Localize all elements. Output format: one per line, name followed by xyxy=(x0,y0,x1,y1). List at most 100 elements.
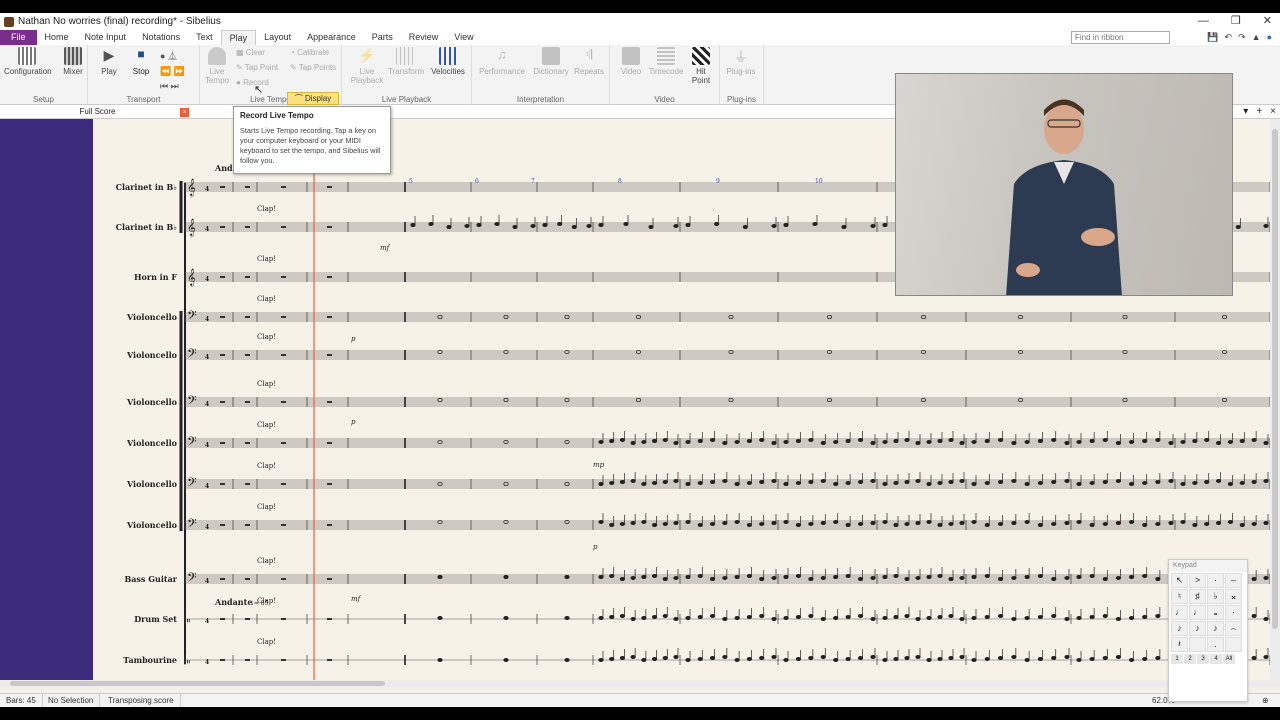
record-icon[interactable]: ● xyxy=(160,51,165,61)
tab-review[interactable]: Review xyxy=(401,30,447,45)
configuration-button[interactable]: Configuration xyxy=(4,47,52,76)
vertical-scrollbar[interactable] xyxy=(1270,119,1280,687)
record-live-tempo-button[interactable]: ● Record xyxy=(236,78,269,87)
timecode-button[interactable]: Timecode xyxy=(646,47,686,76)
rest xyxy=(245,401,250,403)
tab-file[interactable]: File xyxy=(0,30,37,45)
dictionary-button[interactable]: Dictionary xyxy=(530,47,572,76)
keypad-key[interactable]: 𝄽 xyxy=(1171,637,1188,652)
maximize-button[interactable]: ❐ xyxy=(1231,13,1241,30)
note xyxy=(870,575,876,580)
zoom-in-icon[interactable]: ⊕ xyxy=(1262,694,1269,707)
close-button[interactable]: ✕ xyxy=(1263,13,1272,30)
keypad-key[interactable]: ♩ xyxy=(1189,605,1206,620)
play-button[interactable]: ▶ Play xyxy=(92,47,126,76)
rest xyxy=(281,659,286,661)
keypad-key[interactable]: 𝅝 xyxy=(1207,605,1224,620)
note xyxy=(598,519,604,524)
chevron-up-icon[interactable]: ▲ xyxy=(1252,30,1261,45)
display-button[interactable]: ⌒ Display xyxy=(287,92,339,105)
keypad-key[interactable]: > xyxy=(1189,573,1206,588)
horizontal-scrollbar[interactable] xyxy=(0,680,1270,687)
keypad-key[interactable] xyxy=(1189,637,1206,652)
mixer-button[interactable]: Mixer xyxy=(56,47,90,76)
keypad-key[interactable]: ↖ xyxy=(1171,573,1188,588)
rest xyxy=(281,618,286,620)
note xyxy=(1064,655,1070,660)
keypad-key[interactable]: ♯ xyxy=(1189,589,1206,604)
keypad-key[interactable]: ♪ xyxy=(1207,621,1224,636)
tab-parts[interactable]: Parts xyxy=(364,30,401,45)
chevron-down-icon[interactable]: ▾ xyxy=(1243,105,1248,119)
hit-point-button[interactable]: Hit Point xyxy=(684,47,718,85)
tab-notations[interactable]: Notations xyxy=(134,30,188,45)
keypad-key[interactable]: · xyxy=(1225,605,1242,620)
tab-note-input[interactable]: Note Input xyxy=(77,30,135,45)
keypad-key[interactable]: 𝄪 xyxy=(1225,589,1242,604)
keypad-key[interactable]: ♭ xyxy=(1207,589,1224,604)
repeats-button[interactable]: 𝄇 Repeats xyxy=(572,47,606,76)
keypad-key[interactable]: ⌢ xyxy=(1225,621,1242,636)
keypad-key[interactable]: . xyxy=(1207,637,1224,652)
note xyxy=(1235,225,1241,230)
note xyxy=(648,225,654,230)
repeats-icon: 𝄇 xyxy=(585,47,593,62)
tab-view[interactable]: View xyxy=(446,30,481,45)
go-to-start-icon[interactable]: ⏮ xyxy=(160,81,168,91)
note xyxy=(651,573,658,578)
keypad-layout-tab[interactable]: 4 xyxy=(1210,654,1222,664)
keypad-key[interactable]: ♮ xyxy=(1171,589,1188,604)
find-in-ribbon-input[interactable] xyxy=(1071,31,1170,44)
note xyxy=(984,438,990,443)
dynamic-marking: mf xyxy=(380,244,391,252)
tab-home[interactable]: Home xyxy=(37,30,77,45)
note xyxy=(1037,480,1044,485)
calibrate-button[interactable]: ◔ Calibrate xyxy=(290,48,329,57)
undo-icon[interactable]: ↶ xyxy=(1225,30,1233,45)
help-icon[interactable]: ● xyxy=(1267,30,1272,45)
keypad-layout-tab[interactable]: 1 xyxy=(1171,654,1183,664)
metronome-icon[interactable]: ⏅ xyxy=(168,51,177,61)
keypad-key[interactable]: ♪ xyxy=(1171,621,1188,636)
keypad-key[interactable] xyxy=(1225,637,1242,652)
tab-appearance[interactable]: Appearance xyxy=(299,30,364,45)
live-playback-button[interactable]: ⚡ Live Playback xyxy=(350,47,384,85)
keypad-layout-tab[interactable]: 3 xyxy=(1197,654,1209,664)
live-tempo-button[interactable]: Live Tempo xyxy=(200,47,234,85)
close-tab-icon[interactable]: × xyxy=(180,108,189,117)
keypad-key[interactable]: ♩ xyxy=(1171,605,1188,620)
note xyxy=(662,613,668,618)
minimize-button[interactable]: — xyxy=(1198,13,1209,30)
close-icon[interactable]: × xyxy=(1270,105,1276,119)
note xyxy=(833,519,839,524)
rewind-icon[interactable]: ⏪ xyxy=(160,66,171,76)
transform-button[interactable]: Transform xyxy=(388,47,424,76)
redo-icon[interactable]: ↷ xyxy=(1238,30,1246,45)
full-score-tab[interactable]: Full Score xyxy=(0,105,195,119)
keypad-key[interactable]: – xyxy=(1225,573,1242,588)
transposing-toggle[interactable]: Transposing score xyxy=(102,694,181,707)
rest xyxy=(220,276,225,278)
stop-button[interactable]: ■ Stop xyxy=(124,47,158,76)
go-to-end-icon[interactable]: ⏭ xyxy=(171,81,179,91)
tab-text[interactable]: Text xyxy=(188,30,221,45)
tab-play[interactable]: Play xyxy=(220,30,257,45)
save-icon[interactable]: 💾 xyxy=(1207,30,1218,45)
keypad-key[interactable]: ♪ xyxy=(1189,621,1206,636)
clear-button[interactable]: ▦ Clear xyxy=(236,48,265,57)
tap-point-button[interactable]: ✎ Tap Point xyxy=(236,63,278,72)
keypad-layout-tab[interactable]: All xyxy=(1223,654,1235,664)
tap-points-button[interactable]: ✎ Tap Points xyxy=(290,63,336,72)
performance-button[interactable]: ♫ Performance xyxy=(478,47,526,76)
plugins-button[interactable]: ⏚ Plug-ins xyxy=(724,47,758,76)
add-tab-icon[interactable]: + xyxy=(1256,105,1262,119)
video-button[interactable]: Video xyxy=(614,47,648,76)
tab-layout[interactable]: Layout xyxy=(256,30,299,45)
note xyxy=(1076,439,1082,444)
fast-forward-icon[interactable]: ⏩ xyxy=(174,66,185,76)
keypad-key[interactable]: · xyxy=(1207,573,1224,588)
transport-group: ▶ Play ■ Stop ● ⏅ ⏪ ⏩ ⏮ ⏭ Transport xyxy=(88,45,200,105)
keypad-layout-tab[interactable]: 2 xyxy=(1184,654,1196,664)
clef-symbol: 𝄢 xyxy=(187,308,197,326)
velocities-button[interactable]: Velocities xyxy=(430,47,466,76)
